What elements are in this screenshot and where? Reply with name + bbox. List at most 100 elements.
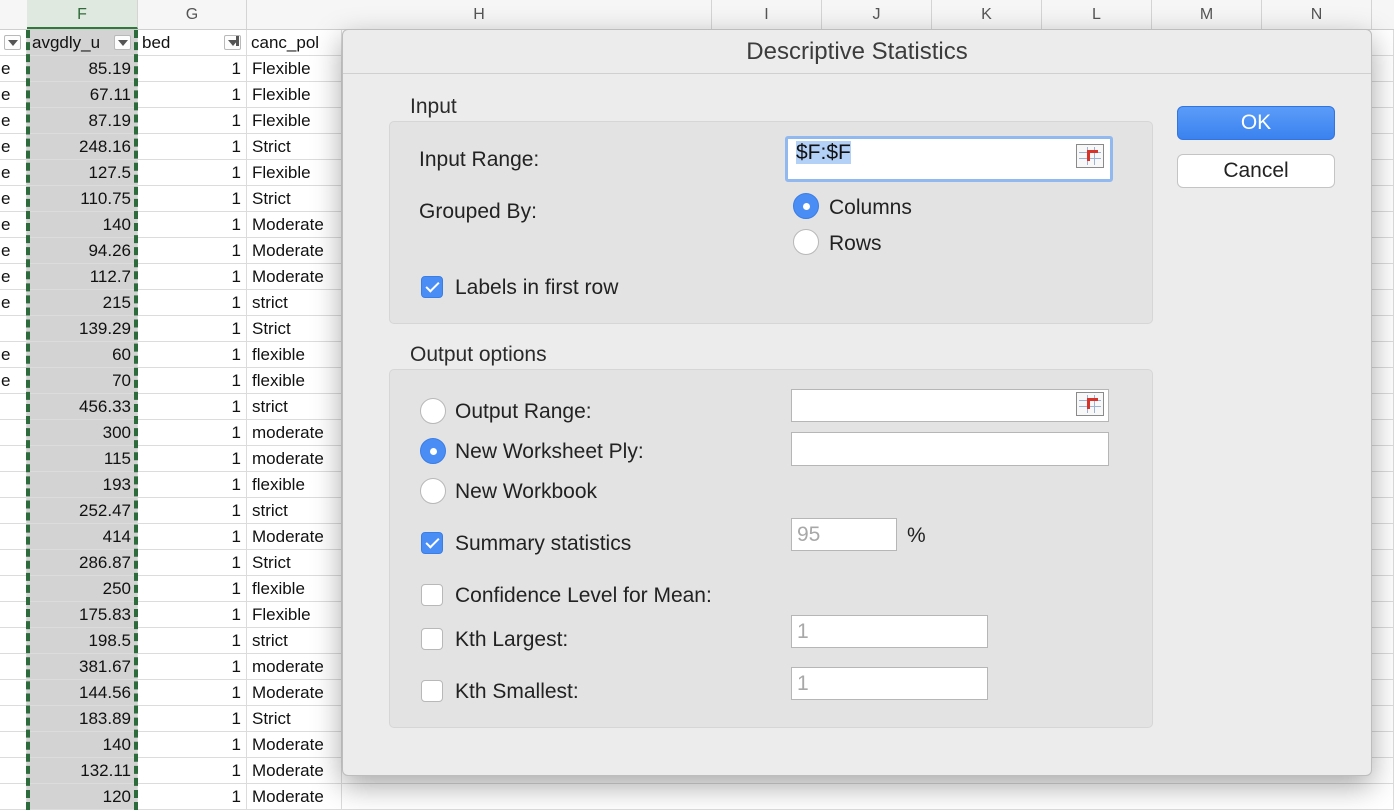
cell-f[interactable]: 414 — [27, 524, 138, 550]
cell-e[interactable]: e — [0, 82, 27, 108]
cell-f[interactable]: 252.47 — [27, 498, 138, 524]
cell-h[interactable]: strict — [247, 394, 342, 420]
cell-g[interactable]: 1 — [138, 628, 247, 654]
cell-g[interactable]: 1 — [138, 368, 247, 394]
cell-f[interactable]: 112.7 — [27, 264, 138, 290]
cell-f[interactable]: 120 — [27, 784, 138, 810]
cell-h[interactable]: Moderate — [247, 238, 342, 264]
cell-h[interactable]: Flexible — [247, 108, 342, 134]
cell-g[interactable]: 1 — [138, 550, 247, 576]
cell-f[interactable]: 140 — [27, 212, 138, 238]
cell-g[interactable]: 1 — [138, 706, 247, 732]
cell-h[interactable]: Strict — [247, 186, 342, 212]
cell-h[interactable]: Flexible — [247, 602, 342, 628]
filter-dropdown-icon[interactable] — [4, 35, 21, 50]
cell-g[interactable]: 1 — [138, 56, 247, 82]
kth-smallest-label[interactable]: Kth Smallest: — [455, 680, 579, 704]
column-header-j[interactable]: J — [822, 0, 932, 29]
cell-h[interactable]: moderate — [247, 654, 342, 680]
new-workbook-radio[interactable] — [420, 478, 446, 504]
cell-h[interactable]: Flexible — [247, 160, 342, 186]
cell-f[interactable]: 127.5 — [27, 160, 138, 186]
column-header-i[interactable]: I — [712, 0, 822, 29]
new-worksheet-radio[interactable] — [420, 438, 446, 464]
cell-g[interactable]: 1 — [138, 108, 247, 134]
cell-f[interactable]: 70 — [27, 368, 138, 394]
cell-f[interactable]: 198.5 — [27, 628, 138, 654]
cell-f[interactable]: 300 — [27, 420, 138, 446]
cell-e[interactable] — [0, 498, 27, 524]
cell-f-header[interactable]: avgdly_u — [27, 30, 138, 56]
input-range-field[interactable]: $F:$F — [785, 136, 1113, 182]
cell-e[interactable] — [0, 654, 27, 680]
cell-h[interactable]: Moderate — [247, 524, 342, 550]
cell-f[interactable]: 67.11 — [27, 82, 138, 108]
cell-h[interactable]: Strict — [247, 706, 342, 732]
column-header-g[interactable]: G — [138, 0, 247, 29]
cell-g[interactable]: 1 — [138, 602, 247, 628]
kth-smallest-field[interactable]: 1 — [791, 667, 988, 700]
cell-f[interactable]: 250 — [27, 576, 138, 602]
cell-h[interactable]: Flexible — [247, 56, 342, 82]
cell-g[interactable]: 1 — [138, 186, 247, 212]
cell-h[interactable]: Moderate — [247, 784, 342, 810]
dialog-titlebar[interactable]: Descriptive Statistics — [343, 30, 1371, 74]
cell-g[interactable]: 1 — [138, 784, 247, 810]
cell-f[interactable]: 381.67 — [27, 654, 138, 680]
cell-h[interactable]: Flexible — [247, 82, 342, 108]
cell-g[interactable]: 1 — [138, 732, 247, 758]
cell-e[interactable] — [0, 472, 27, 498]
cell-e[interactable]: e — [0, 186, 27, 212]
cell-g[interactable]: 1 — [138, 82, 247, 108]
cell-e[interactable] — [0, 706, 27, 732]
summary-statistics-checkbox[interactable] — [421, 532, 443, 554]
confidence-level-field[interactable]: 95 — [791, 518, 897, 551]
cell-g[interactable]: 1 — [138, 212, 247, 238]
cell-g[interactable]: 1 — [138, 264, 247, 290]
cell-f[interactable]: 183.89 — [27, 706, 138, 732]
filter-dropdown-icon[interactable] — [114, 35, 131, 50]
cell-e[interactable]: e — [0, 368, 27, 394]
cell-f[interactable]: 248.16 — [27, 134, 138, 160]
cell-f[interactable]: 87.19 — [27, 108, 138, 134]
cell-f[interactable]: 132.11 — [27, 758, 138, 784]
cell-h[interactable]: moderate — [247, 420, 342, 446]
cell-h[interactable]: Moderate — [247, 758, 342, 784]
cell-f[interactable]: 110.75 — [27, 186, 138, 212]
cell-g[interactable]: 1 — [138, 394, 247, 420]
ok-button[interactable]: OK — [1177, 106, 1335, 140]
cell-h[interactable]: flexible — [247, 472, 342, 498]
new-worksheet-field[interactable] — [791, 432, 1109, 466]
rows-radio[interactable] — [793, 229, 819, 255]
cell-g[interactable]: 1 — [138, 238, 247, 264]
kth-smallest-checkbox[interactable] — [421, 680, 443, 702]
summary-statistics-label[interactable]: Summary statistics — [455, 532, 631, 556]
column-header-h[interactable]: H — [247, 0, 712, 29]
cell-e[interactable]: e — [0, 56, 27, 82]
cell-g[interactable]: 1 — [138, 420, 247, 446]
column-header-m[interactable]: M — [1152, 0, 1262, 29]
cell-e[interactable] — [0, 576, 27, 602]
cell-e[interactable]: e — [0, 212, 27, 238]
cell-f[interactable]: 139.29 — [27, 316, 138, 342]
cell-g-header[interactable]: bed — [138, 30, 247, 56]
new-workbook-label[interactable]: New Workbook — [455, 480, 597, 504]
columns-label[interactable]: Columns — [829, 196, 912, 220]
cell-e[interactable]: e — [0, 134, 27, 160]
cell-e[interactable]: e — [0, 160, 27, 186]
column-header-n[interactable]: N — [1262, 0, 1372, 29]
cell-f[interactable]: 144.56 — [27, 680, 138, 706]
cell-h[interactable]: Strict — [247, 550, 342, 576]
cell-g[interactable]: 1 — [138, 316, 247, 342]
kth-largest-checkbox[interactable] — [421, 628, 443, 650]
cell-e[interactable] — [0, 524, 27, 550]
cell-e-header[interactable] — [0, 30, 27, 56]
cell-e[interactable]: e — [0, 342, 27, 368]
cell-e[interactable]: e — [0, 264, 27, 290]
confidence-level-checkbox[interactable] — [421, 584, 443, 606]
cell-e[interactable]: e — [0, 290, 27, 316]
cell-g[interactable]: 1 — [138, 680, 247, 706]
rows-label[interactable]: Rows — [829, 232, 882, 256]
kth-largest-field[interactable]: 1 — [791, 615, 988, 648]
columns-radio[interactable] — [793, 193, 819, 219]
